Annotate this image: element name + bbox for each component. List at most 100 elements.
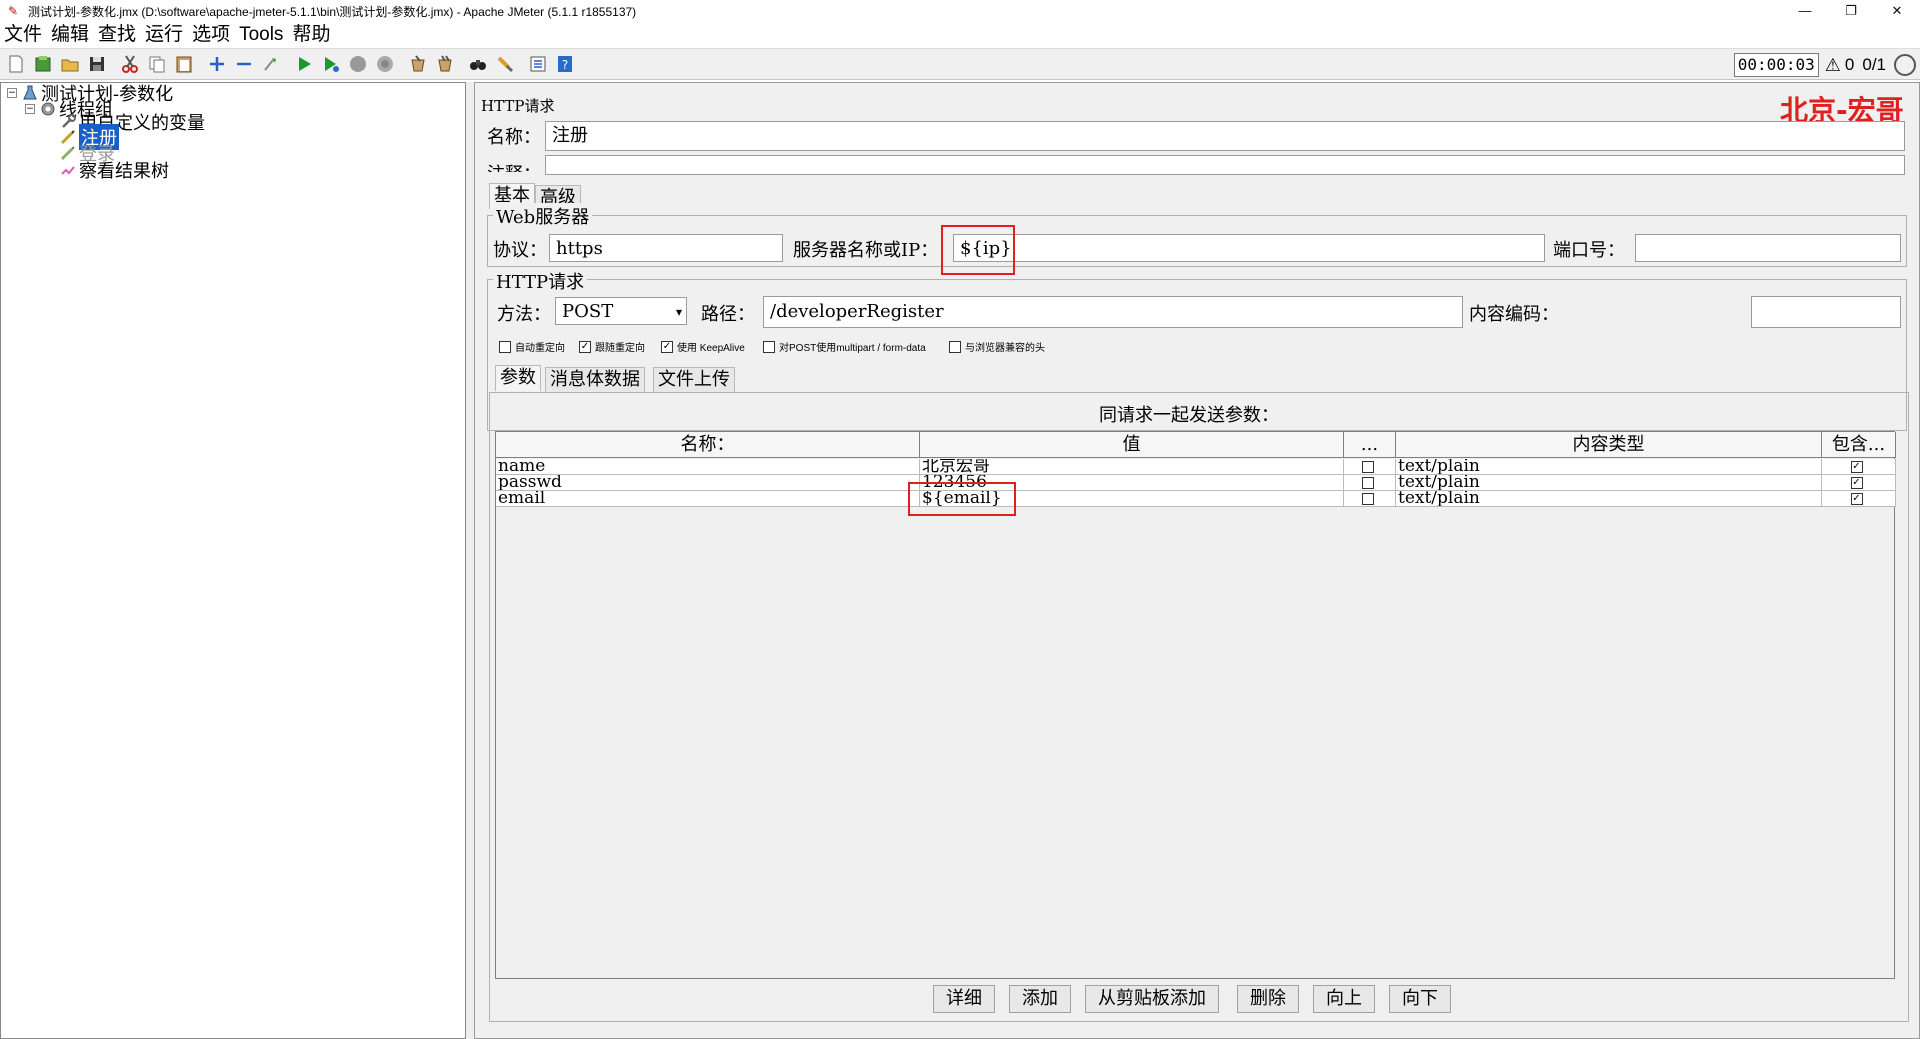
checkbox-box[interactable]: ✓ bbox=[1850, 460, 1863, 473]
table-cell-name[interactable]: email bbox=[496, 491, 920, 507]
method-label: 方法： bbox=[497, 304, 551, 325]
checkbox-box[interactable]: ✓ bbox=[1850, 476, 1863, 489]
table-cell-include[interactable]: ✓ bbox=[1822, 459, 1896, 475]
tree-item-results-tree[interactable]: 察看结果树 bbox=[59, 161, 169, 182]
collapse-toggle[interactable]: − bbox=[25, 104, 35, 114]
function-helper-icon[interactable] bbox=[526, 52, 550, 76]
table-cell-name[interactable]: name bbox=[496, 459, 920, 475]
chart-icon bbox=[59, 161, 77, 179]
restore-button[interactable]: ❐ bbox=[1828, 0, 1874, 22]
column-header-content-type[interactable]: 内容类型 bbox=[1396, 432, 1822, 458]
shutdown-icon[interactable] bbox=[373, 52, 397, 76]
table-cell-content-type[interactable]: text/plain bbox=[1396, 475, 1822, 491]
comment-label: 注释： bbox=[487, 160, 541, 172]
reset-search-icon[interactable] bbox=[493, 52, 517, 76]
move-down-button[interactable]: 向下 bbox=[1389, 985, 1451, 1013]
port-label: 端口号： bbox=[1553, 240, 1625, 261]
checkbox-label: 跟随重定向 bbox=[595, 343, 645, 354]
menu-options[interactable]: 选项 bbox=[192, 22, 230, 48]
checkbox-keepalive[interactable]: ✓ 使用 KeepAlive bbox=[661, 339, 745, 354]
comment-field[interactable] bbox=[545, 155, 1905, 175]
checkbox-multipart[interactable]: 对POST使用multipart / form-data bbox=[763, 339, 926, 354]
save-icon[interactable] bbox=[85, 52, 109, 76]
checkbox-box[interactable] bbox=[949, 340, 961, 353]
checkbox-box[interactable] bbox=[1361, 476, 1374, 489]
copy-icon[interactable] bbox=[145, 52, 169, 76]
checkbox-follow-redirect[interactable]: ✓ 跟随重定向 bbox=[579, 339, 645, 354]
menu-file[interactable]: 文件 bbox=[4, 22, 42, 48]
checkbox-box[interactable] bbox=[1361, 460, 1374, 473]
cut-icon[interactable] bbox=[118, 52, 142, 76]
encoding-field[interactable] bbox=[1751, 296, 1901, 328]
collapse-toggle[interactable]: − bbox=[7, 88, 17, 98]
method-select[interactable]: POST ▾ bbox=[555, 297, 687, 325]
table-cell-name[interactable]: passwd bbox=[496, 475, 920, 491]
clear-icon[interactable] bbox=[406, 52, 430, 76]
table-cell-content-type[interactable]: text/plain bbox=[1396, 491, 1822, 507]
path-label: 路径： bbox=[701, 304, 755, 325]
protocol-field[interactable]: https bbox=[549, 234, 783, 262]
checkbox-box[interactable] bbox=[763, 340, 775, 353]
column-header-include[interactable]: 包含... bbox=[1822, 432, 1896, 458]
checkbox-box[interactable]: ✓ bbox=[579, 340, 591, 353]
warning-icon[interactable]: ⚠ bbox=[1825, 55, 1841, 76]
add-button[interactable]: 添加 bbox=[1009, 985, 1071, 1013]
table-cell-value[interactable]: 北京宏哥 bbox=[920, 459, 1344, 475]
detail-button[interactable]: 详细 bbox=[933, 985, 995, 1013]
help-icon[interactable]: ? bbox=[553, 52, 577, 76]
menu-help[interactable]: 帮助 bbox=[292, 22, 330, 48]
server-name-field[interactable]: ${ip} bbox=[953, 234, 1545, 262]
table-empty-area[interactable] bbox=[496, 508, 1894, 978]
table-cell-more[interactable] bbox=[1344, 459, 1396, 475]
menu-edit[interactable]: 编辑 bbox=[51, 22, 89, 48]
pencil-icon bbox=[59, 144, 77, 162]
remote-globe-icon bbox=[1894, 54, 1916, 76]
tree-label: 察看结果树 bbox=[79, 161, 169, 182]
port-field[interactable] bbox=[1635, 234, 1901, 262]
tab-parameters[interactable]: 参数 bbox=[495, 365, 541, 391]
menu-tools[interactable]: Tools bbox=[239, 22, 283, 48]
checkbox-label: 与浏览器兼容的头 bbox=[965, 343, 1045, 354]
column-header-name[interactable]: 名称： bbox=[496, 432, 920, 458]
open-icon[interactable] bbox=[58, 52, 82, 76]
binoculars-icon[interactable] bbox=[466, 52, 490, 76]
checkbox-box[interactable]: ✓ bbox=[1850, 492, 1863, 505]
encoding-label: 内容编码： bbox=[1469, 304, 1559, 325]
add-from-clipboard-button[interactable]: 从剪贴板添加 bbox=[1085, 985, 1219, 1013]
column-header-more[interactable]: ... bbox=[1344, 432, 1396, 458]
new-icon[interactable] bbox=[4, 52, 28, 76]
clear-all-icon[interactable] bbox=[433, 52, 457, 76]
minimize-button[interactable]: — bbox=[1782, 0, 1828, 22]
tab-file-upload[interactable]: 文件上传 bbox=[653, 367, 735, 393]
path-field[interactable]: /developerRegister bbox=[763, 296, 1463, 328]
params-caption: 同请求一起发送参数： bbox=[1099, 405, 1279, 426]
checkbox-auto-redirect[interactable]: 自动重定向 bbox=[499, 339, 565, 354]
name-field[interactable]: 注册 bbox=[545, 121, 1905, 151]
toggle-icon[interactable] bbox=[259, 52, 283, 76]
paste-icon[interactable] bbox=[172, 52, 196, 76]
table-cell-more[interactable] bbox=[1344, 491, 1396, 507]
checkbox-box[interactable] bbox=[1361, 492, 1374, 505]
collapse-icon[interactable] bbox=[232, 52, 256, 76]
stop-icon[interactable] bbox=[346, 52, 370, 76]
menu-run[interactable]: 运行 bbox=[145, 22, 183, 48]
test-plan-tree: − 测试计划-参数化 − 线程组 用户定义的变量 注册 登录 察看结果树 bbox=[0, 82, 466, 1039]
table-cell-content-type[interactable]: text/plain bbox=[1396, 459, 1822, 475]
expand-icon[interactable] bbox=[205, 52, 229, 76]
tab-body-data[interactable]: 消息体数据 bbox=[545, 367, 645, 393]
checkbox-browser-headers[interactable]: 与浏览器兼容的头 bbox=[949, 339, 1045, 354]
table-cell-include[interactable]: ✓ bbox=[1822, 491, 1896, 507]
column-header-value[interactable]: 值 bbox=[920, 432, 1344, 458]
checkbox-box[interactable] bbox=[499, 340, 511, 353]
templates-icon[interactable] bbox=[31, 52, 55, 76]
delete-button[interactable]: 删除 bbox=[1237, 985, 1299, 1013]
start-icon[interactable] bbox=[292, 52, 316, 76]
start-no-pause-icon[interactable] bbox=[319, 52, 343, 76]
menu-search[interactable]: 查找 bbox=[98, 22, 136, 48]
checkbox-box[interactable]: ✓ bbox=[661, 340, 673, 353]
table-cell-more[interactable] bbox=[1344, 475, 1396, 491]
table-cell-include[interactable]: ✓ bbox=[1822, 475, 1896, 491]
panel-splitter[interactable] bbox=[466, 82, 474, 1039]
close-button[interactable]: ✕ bbox=[1874, 0, 1920, 22]
move-up-button[interactable]: 向上 bbox=[1313, 985, 1375, 1013]
